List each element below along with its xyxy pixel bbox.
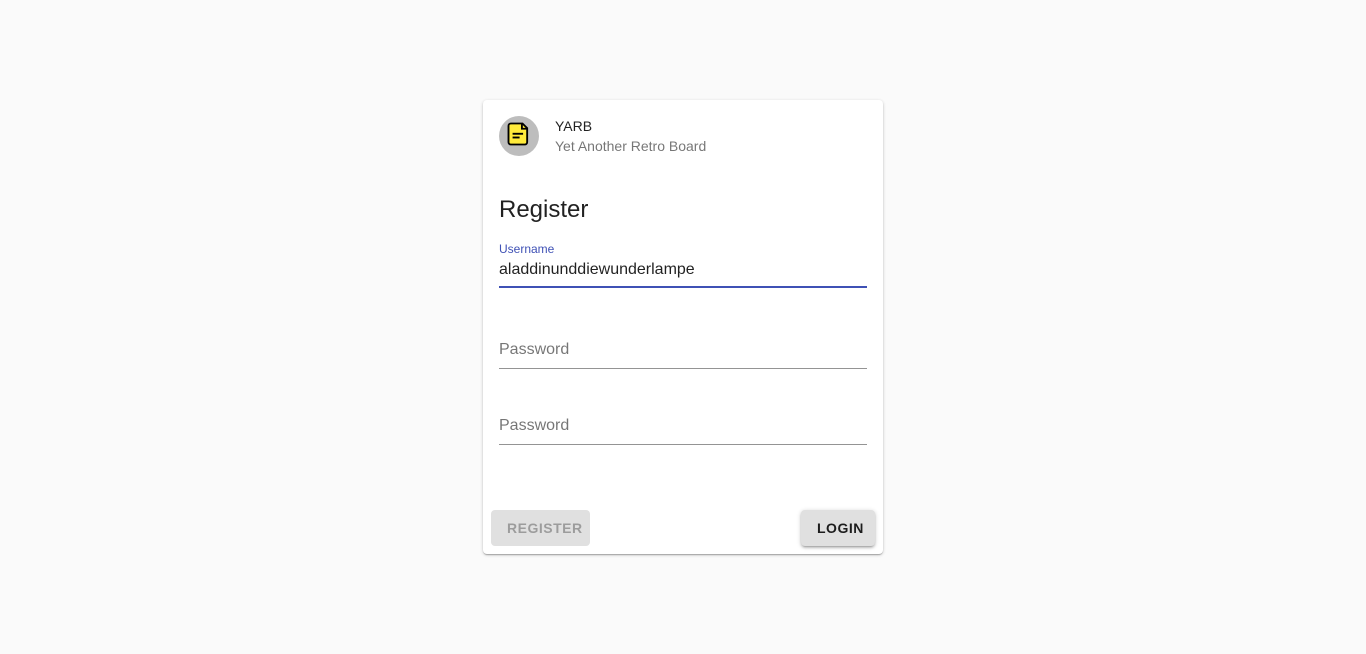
register-button[interactable]: Register [491,510,590,546]
password-underline [499,368,867,369]
username-label: Username [499,242,555,256]
password-field [499,338,867,369]
app-title: YARB [555,118,593,134]
password-confirm-underline [499,444,867,445]
register-card: YARB Yet Another Retro Board Register Us… [483,100,883,554]
card-header: YARB Yet Another Retro Board [499,116,706,156]
form-title: Register [499,196,589,223]
app-subtitle: Yet Another Retro Board [555,138,707,154]
username-field: Username [499,242,867,288]
password-confirm-input[interactable] [499,414,867,438]
header-text: YARB Yet Another Retro Board [555,116,706,156]
password-input[interactable] [499,338,867,362]
username-underline [499,286,867,288]
username-input[interactable] [499,258,867,282]
note-icon [505,120,533,153]
password-confirm-field [499,414,867,445]
avatar [499,116,539,156]
login-button[interactable]: Login [801,510,875,546]
